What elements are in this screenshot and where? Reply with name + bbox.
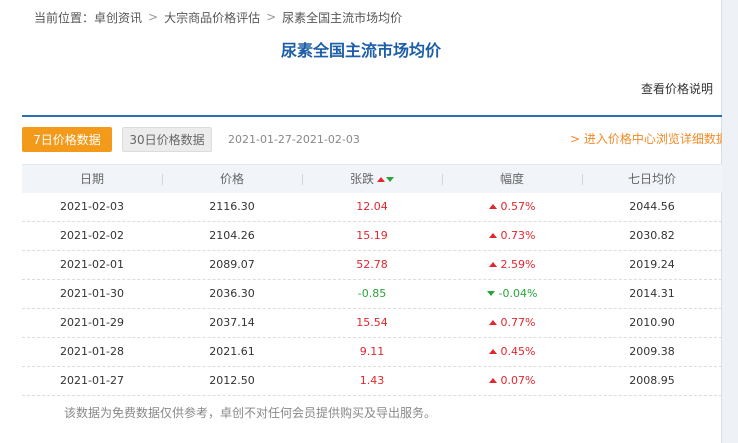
cell-percent: 0.07% (442, 367, 582, 395)
table-row: 2021-02-03 2116.30 12.04 0.57% 2044.56 (22, 193, 722, 222)
cell-change: 52.78 (356, 258, 388, 271)
header-date: 日期 (79, 172, 104, 186)
cell-date: 2021-02-01 (60, 258, 124, 271)
cell-date: 2021-01-28 (60, 345, 124, 358)
cell-percent: -0.04% (442, 280, 582, 308)
table-body: 2021-02-03 2116.30 12.04 0.57% 2044.56 2021-0… (22, 193, 722, 396)
percent-value: -0.04% (498, 287, 538, 300)
cell-percent: 2.59% (442, 251, 582, 279)
breadcrumb-category-link[interactable]: 大宗商品价格评估 (164, 9, 260, 26)
table-header: 日期 价格 张跌 幅度 七日均价 (22, 164, 722, 193)
percent-value: 0.77% (500, 316, 536, 329)
cell-percent: 0.45% (442, 338, 582, 366)
table-row: 2021-02-02 2104.26 15.19 0.73% 2030.82 (22, 222, 722, 251)
cell-7day-avg: 2008.95 (629, 374, 675, 387)
breadcrumb: 当前位置： 卓创资讯 > 大宗商品价格评估 > 尿素全国主流市场均价 (34, 8, 402, 26)
percent-value: 0.73% (500, 229, 536, 242)
cell-7day-avg: 2019.24 (629, 258, 675, 271)
cell-date: 2021-01-27 (60, 374, 124, 387)
footnote: 该数据为免费数据仅供参考，卓创不对任何会员提供购买及导出服务。 (64, 406, 437, 420)
cell-date: 2021-02-03 (60, 200, 124, 213)
cell-price: 2116.30 (209, 200, 255, 213)
table-row: 2021-01-28 2021.61 9.11 0.45% 2009.38 (22, 338, 722, 367)
cell-7day-avg: 2009.38 (629, 345, 675, 358)
breadcrumb-label: 当前位置： (34, 10, 95, 25)
table-row: 2021-02-01 2089.07 52.78 2.59% 2019.24 (22, 251, 722, 280)
cell-percent: 0.57% (442, 193, 582, 221)
price-center-link[interactable]: > 进入价格中心浏览详细数据 (570, 130, 722, 147)
tab-30-day-data[interactable]: 30日价格数据 (122, 127, 212, 152)
tab-7-day-data[interactable]: 7日价格数据 (22, 127, 112, 152)
header-7day-avg: 七日均价 (582, 165, 722, 193)
right-scroll-strip (722, 0, 738, 443)
percent-value: 0.07% (500, 374, 536, 387)
sort-up-icon[interactable] (377, 177, 385, 182)
cell-change: 15.19 (356, 229, 388, 242)
header-change[interactable]: 张跌 (302, 165, 442, 193)
price-explanation-link[interactable]: 查看价格说明 (641, 80, 713, 97)
breadcrumb-current: 尿素全国主流市场均价 (282, 10, 403, 25)
cell-change: 15.54 (356, 316, 388, 329)
cell-date: 2021-01-29 (60, 316, 124, 329)
cell-price: 2089.07 (209, 258, 255, 271)
breadcrumb-separator: > (148, 10, 159, 24)
sort-down-icon[interactable] (386, 177, 394, 182)
arrow-up-icon (488, 204, 497, 209)
percent-value: 2.59% (500, 258, 536, 271)
percent-value: 0.45% (500, 345, 536, 358)
arrow-up-icon (488, 233, 497, 238)
cell-7day-avg: 2044.56 (629, 200, 675, 213)
arrow-up-icon (488, 320, 497, 325)
cell-price: 2104.26 (209, 229, 255, 242)
date-range: 2021-01-27-2021-02-03 (228, 133, 360, 146)
cell-date: 2021-01-30 (60, 287, 124, 300)
table-row: 2021-01-30 2036.30 -0.85 -0.04% 2014.31 (22, 280, 722, 309)
cell-price: 2012.50 (209, 374, 255, 387)
cell-price: 2021.61 (209, 345, 255, 358)
cell-change: -0.85 (357, 287, 387, 300)
breadcrumb-home-link[interactable]: 卓创资讯 (94, 9, 142, 26)
price-table: 日期 价格 张跌 幅度 七日均价 2021-02-03 2116.30 12.04 0… (22, 164, 722, 396)
cell-7day-avg: 2030.82 (629, 229, 675, 242)
cell-price: 2037.14 (209, 316, 255, 329)
cell-change: 9.11 (359, 345, 385, 358)
arrow-up-icon (488, 262, 497, 267)
table-row: 2021-01-27 2012.50 1.43 0.07% 2008.95 (22, 367, 722, 396)
arrow-down-icon (486, 291, 495, 296)
cell-change: 12.04 (356, 200, 388, 213)
table-row: 2021-01-29 2037.14 15.54 0.77% 2010.90 (22, 309, 722, 338)
header-price: 价格 (162, 165, 302, 193)
percent-value: 0.57% (500, 200, 536, 213)
cell-percent: 0.73% (442, 222, 582, 250)
cell-7day-avg: 2010.90 (629, 316, 675, 329)
cell-change: 1.43 (359, 374, 385, 387)
breadcrumb-separator: > (266, 10, 277, 24)
arrow-up-icon (488, 378, 497, 383)
cell-price: 2036.30 (209, 287, 255, 300)
cell-7day-avg: 2014.31 (629, 287, 675, 300)
arrow-up-icon (488, 349, 497, 354)
header-divider (22, 115, 722, 117)
cell-date: 2021-02-02 (60, 229, 124, 242)
header-percent: 幅度 (442, 165, 582, 193)
page-title: 尿素全国主流市场均价 (280, 41, 441, 60)
cell-percent: 0.77% (442, 309, 582, 337)
